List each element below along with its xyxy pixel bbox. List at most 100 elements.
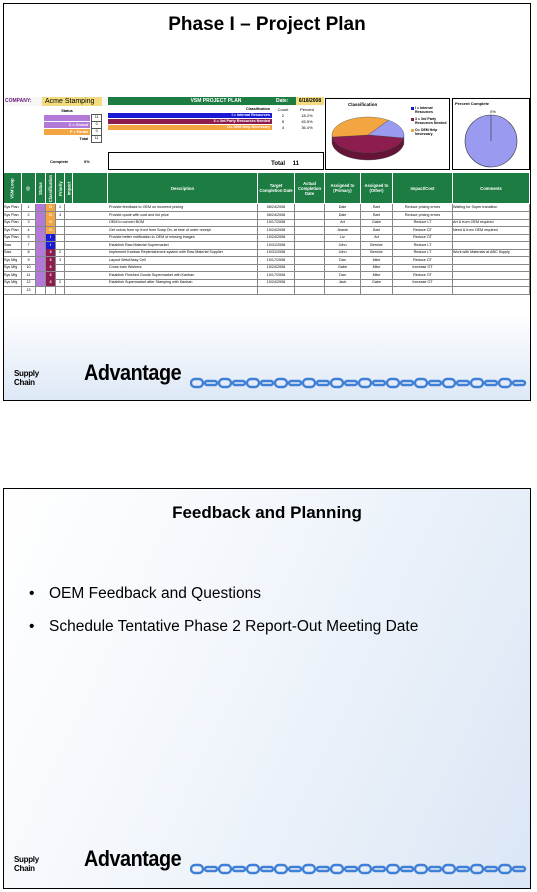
legend-swatch [411,117,414,121]
classification-count: 2 [281,113,285,118]
cell-loop [4,286,22,294]
cell-id: 5 [22,234,36,241]
slide-phase-1-project-plan: Phase I – Project Plan COMPANY: Acme Sta… [3,3,531,401]
cell-other: Bernice [361,249,393,256]
cell-primary: Dan [325,256,361,264]
cell-status [36,219,46,226]
total-label: Total [271,161,285,167]
chain-link [329,863,345,875]
chain-link [329,377,345,389]
cell-loop: Sys Mfg [4,271,22,279]
bullet-text: Schedule Tentative Phase 2 Report-Out Me… [49,618,419,635]
column-header: Comments [453,173,530,203]
legend-label: 3 = 3rd Party Resources Needed [415,117,447,125]
cell-comments [453,271,530,279]
chain-link [203,379,219,387]
chain-link [413,863,429,875]
chain-link [511,865,527,873]
cell-cls: O [46,204,56,211]
cell-id: 10 [22,264,36,271]
cell-target [258,286,295,294]
chain-link [287,865,303,873]
cell-loop: Sys Mfg [4,279,22,286]
cell-loop: Sys Mfg [4,256,22,264]
chain-decoration [190,863,527,875]
cell-loop: Sys Plan [4,211,22,219]
chain-link [371,865,387,873]
chain-link [497,377,513,389]
cell-pri: 2 [56,249,65,256]
status-row: Total 11 [44,134,102,143]
chain-link [190,863,205,875]
cell-pri [56,226,65,234]
cell-cls: O [46,211,56,219]
cell-id: 11 [22,271,36,279]
cell-actual [295,204,325,211]
vsm-plan-header: VSM PROJECT PLAN [108,97,324,105]
cell-cls: 3 [46,264,56,271]
total-value: 11 [292,161,299,167]
cell-status [36,286,46,294]
cell-cls [46,286,56,294]
chain-link [399,379,415,387]
cell-actual [295,211,325,219]
cell-impact: Reduce LT [393,241,453,249]
column-header-label: Comments [480,185,502,191]
cell-primary: John [325,249,361,256]
cell-pri: 4 [56,211,65,219]
column-header: Target Completion Date [258,173,295,203]
classification-count: 5 [281,119,285,124]
cell-other [361,286,393,294]
cell-desc [108,286,258,294]
chain-link [231,379,247,387]
cell-comments [453,264,530,271]
date-label: Date: [276,98,289,104]
chain-link [245,377,261,389]
cell-status [36,249,46,256]
column-header: Actual Completion Date [295,173,325,203]
cell-primary: Dale [325,204,361,211]
cell-status [36,234,46,241]
complete-label: Complete [50,159,69,164]
cell-id: 4 [22,226,36,234]
cell-loop: Saw [4,241,22,249]
cell-loop: Sys Mfg [4,264,22,271]
cell-actual [295,286,325,294]
cell-cls: 3 [46,249,56,256]
cell-status [36,256,46,264]
company-name: Acme Stamping [42,97,102,106]
status-label: Total [44,135,91,142]
cell-comments [453,211,530,219]
chain-link [287,379,303,387]
project-plan-spreadsheet: COMPANY: Acme Stamping VSM PROJECT PLAN … [4,97,530,315]
cell-other: Mike [361,256,393,264]
legend-item: I = Internal Resources [411,106,451,114]
cell-primary [325,286,361,294]
legend-swatch [411,106,414,110]
column-header-label: Impact [66,181,71,195]
chain-link [343,865,359,873]
cell-desc: Establish Supermarket after Stamping wit… [108,279,258,286]
bullet-text: OEM Feedback and Questions [49,585,261,602]
classification-pie-chart: Classification I = Internal Resources 3 =… [325,98,450,170]
classification-summary: Classification Count Percent I = Interna… [108,107,324,131]
cell-id: 8 [22,249,36,256]
classification-header: Classification [108,107,272,112]
cell-other: Bart [361,204,393,211]
cell-impact [393,286,453,294]
slide-feedback-and-planning: Feedback and Planning • OEM Feedback and… [3,488,531,889]
chain-link [385,863,401,875]
chain-link [217,377,233,389]
cell-comments [453,256,530,264]
chain-link [301,863,317,875]
table-row: 13 [4,286,530,295]
cell-target: 10/31/2008 [258,241,295,249]
cell-id: 12 [22,279,36,286]
logo-brand: Advantage [84,360,182,385]
slide-title: Feedback and Planning [172,503,362,522]
chain-link [315,865,331,873]
cell-other: Mike [361,264,393,271]
cell-primary: Dan [325,271,361,279]
chain-link [315,379,331,387]
cell-primary: Jeanie [325,226,361,234]
